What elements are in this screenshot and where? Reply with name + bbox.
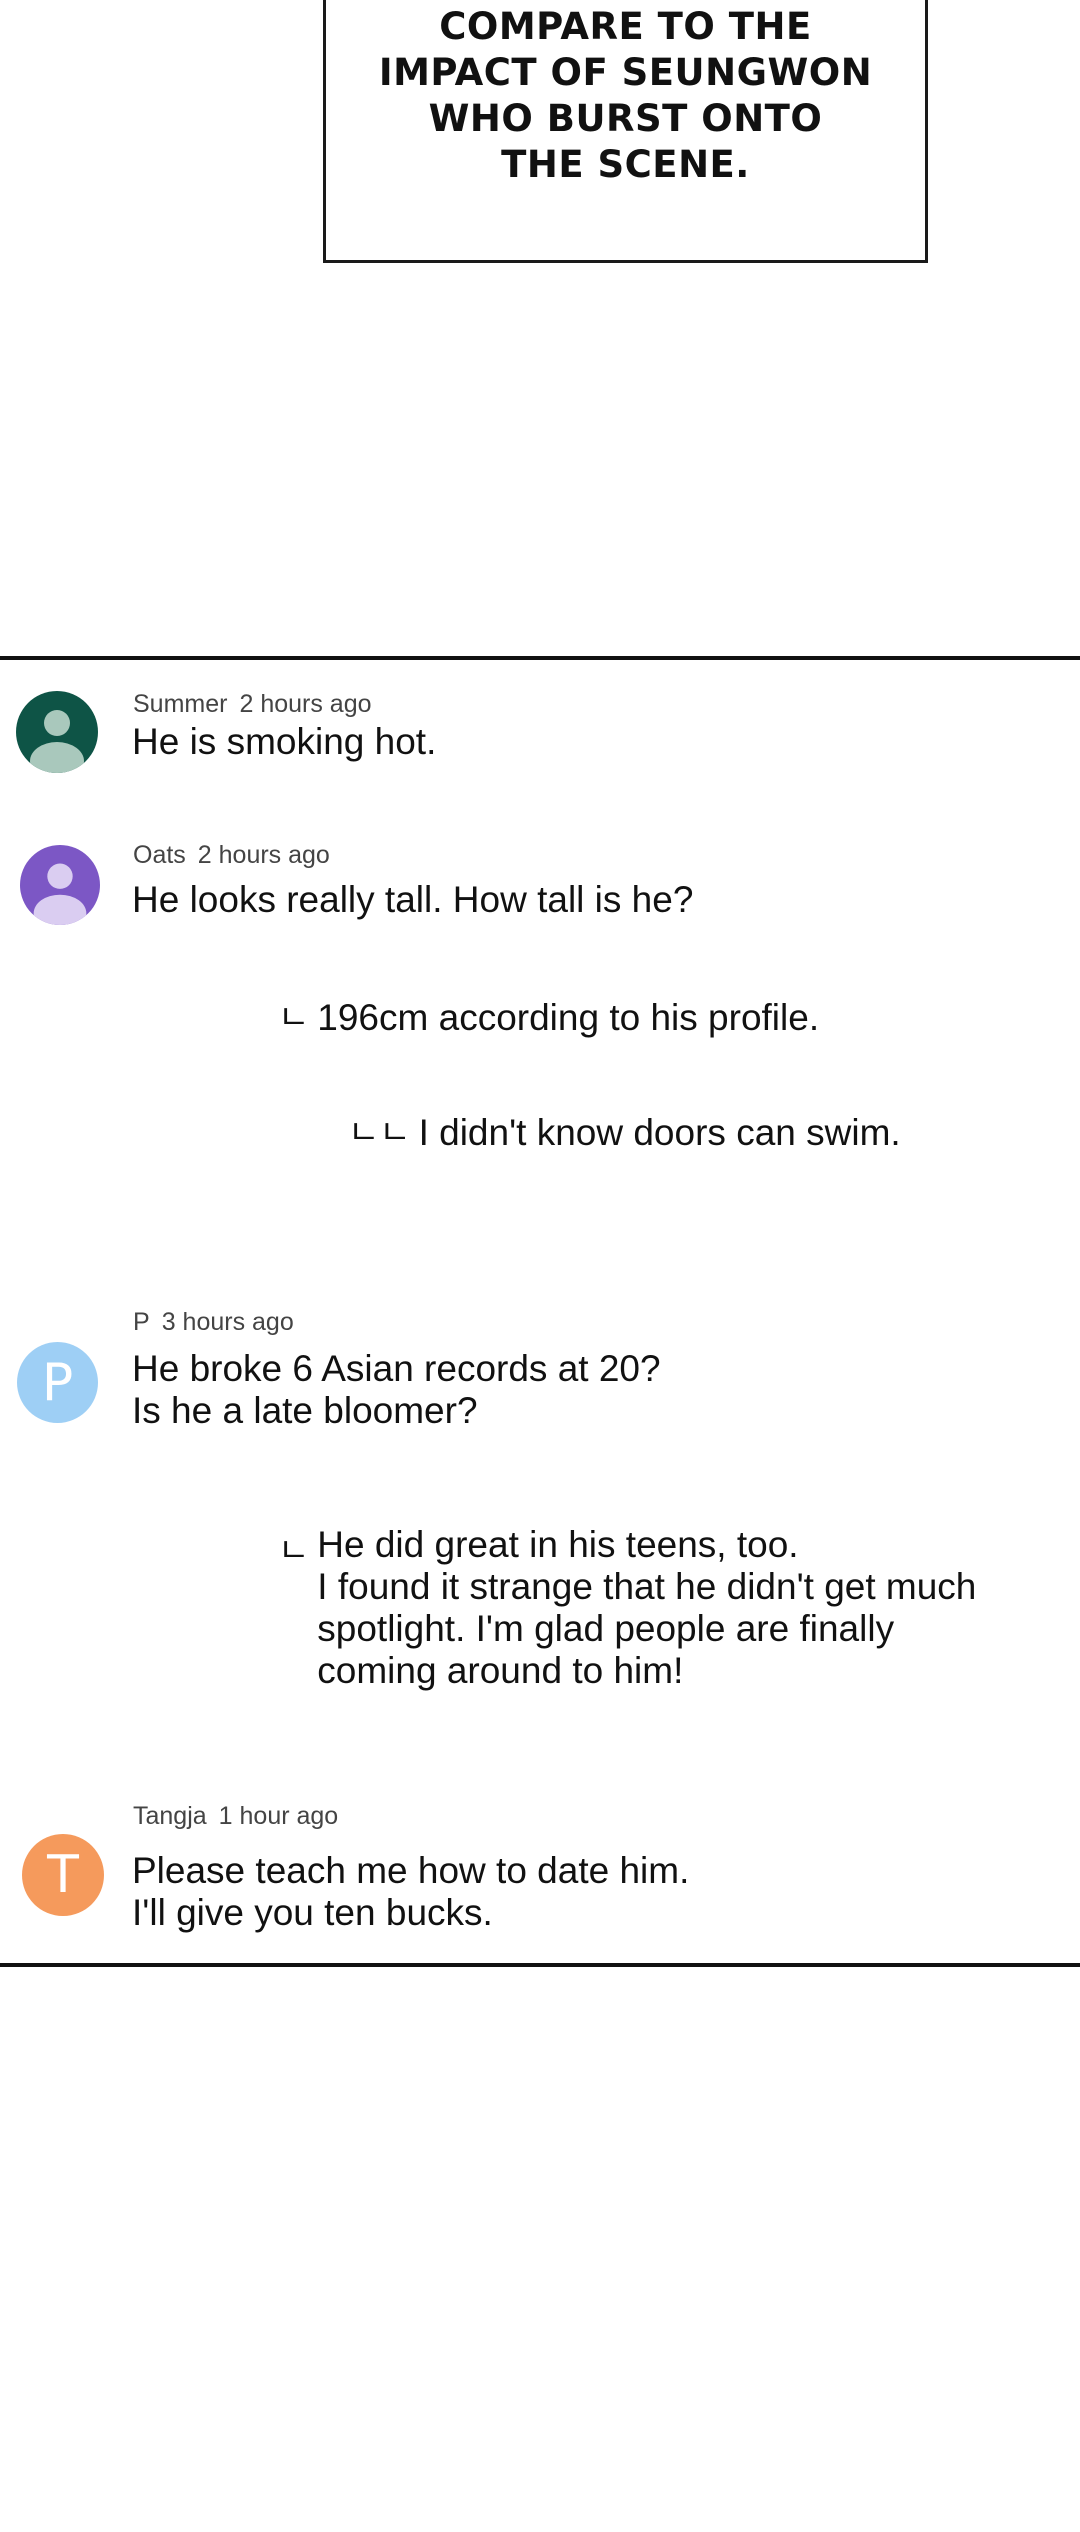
comments-bottom-divider <box>0 1963 1080 1967</box>
comment-timestamp: 2 hours ago <box>197 841 330 869</box>
avatar: P <box>17 1342 98 1423</box>
comment-timestamp: 2 hours ago <box>239 690 372 718</box>
person-icon <box>33 863 87 925</box>
comment-timestamp: 3 hours ago <box>161 1308 294 1336</box>
narration-caption-text: WHY DID NOT COMPARE TO THE IMPACT OF SEU… <box>378 0 873 186</box>
reply-text: He did great in his teens, too. I found … <box>317 1524 977 1691</box>
avatar: T <box>22 1834 104 1916</box>
reply: ㄴ 196cm according to his profile. <box>278 997 819 1039</box>
comment-text: He looks really tall. How tall is he? <box>132 879 694 920</box>
comment-username: Summer <box>133 690 228 718</box>
comment-username: P <box>133 1308 150 1336</box>
comment-meta: P 3 hours ago <box>133 1308 294 1337</box>
comment-timestamp: 1 hour ago <box>218 1802 339 1830</box>
comments-top-divider <box>0 656 1080 660</box>
comment-meta: Summer 2 hours ago <box>133 690 372 719</box>
comment-username: Tangja <box>133 1802 207 1830</box>
reply: ㄴㄴ I didn't know doors can swim. <box>348 1112 901 1154</box>
comment-meta: Oats 2 hours ago <box>133 841 330 870</box>
avatar-letter: T <box>47 1845 79 1905</box>
narration-caption-box: WHY DID NOT COMPARE TO THE IMPACT OF SEU… <box>323 0 928 263</box>
comment-text: He broke 6 Asian records at 20? Is he a … <box>132 1348 661 1431</box>
reply-marker: ㄴ <box>278 998 310 1038</box>
avatar-letter: P <box>41 1352 74 1413</box>
person-icon <box>30 710 84 773</box>
comment-text: Please teach me how to date him. I'll gi… <box>132 1850 690 1933</box>
reply-marker: ㄴㄴ <box>348 1113 411 1153</box>
reply-text: 196cm according to his profile. <box>317 997 820 1038</box>
reply-text: I didn't know doors can swim. <box>418 1112 901 1153</box>
reply-marker: ㄴ <box>278 1531 310 1571</box>
avatar <box>16 691 98 773</box>
comment-meta: Tangja 1 hour ago <box>133 1802 338 1831</box>
comment-username: Oats <box>133 841 186 869</box>
avatar <box>20 845 100 925</box>
reply: ㄴ He did great in his teens, too. I foun… <box>278 1524 976 1692</box>
comment-text: He is smoking hot. <box>132 721 437 762</box>
